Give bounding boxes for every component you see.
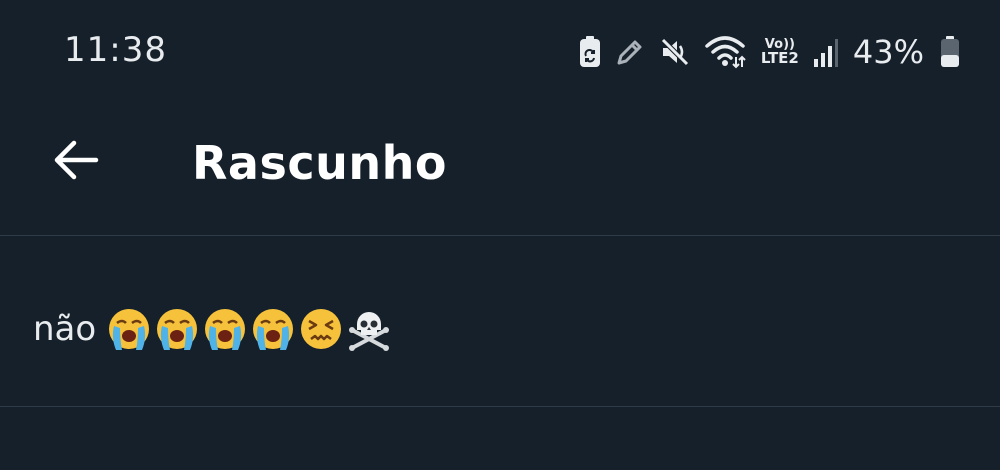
skull-and-crossbones-emoji [349, 312, 390, 351]
header: Rascunho [0, 100, 1000, 236]
drafts-screen: 11:38 Vo)) LTE2 43% Rascunho não [0, 0, 1000, 470]
loudly-crying-face-emoji [157, 309, 198, 350]
loudly-crying-face-emoji [253, 309, 294, 350]
battery-percent: 43% [852, 33, 924, 71]
pen-icon [615, 37, 645, 67]
page-title: Rascunho [192, 136, 447, 190]
signal-icon [813, 37, 839, 67]
draft-preview-text: não [33, 306, 394, 352]
wifi-icon [705, 35, 747, 69]
loudly-crying-face-emoji [205, 309, 246, 350]
loudly-crying-face-emoji [109, 309, 150, 350]
battery-saver-icon [579, 36, 601, 68]
status-icons: Vo)) LTE2 43% [579, 30, 960, 74]
status-bar: 11:38 Vo)) LTE2 43% [0, 0, 1000, 100]
mute-icon [659, 36, 691, 68]
arrow-left-icon [52, 138, 100, 186]
confounded-face-emoji [301, 309, 342, 349]
network-label: LTE2 [760, 49, 799, 67]
back-button[interactable] [44, 130, 108, 194]
volte-lte2-icon: Vo)) LTE2 [761, 38, 799, 66]
draft-text: não [33, 309, 97, 349]
battery-icon [940, 36, 960, 68]
draft-list-item[interactable]: não [0, 236, 1000, 407]
status-time: 11:38 [64, 30, 167, 70]
